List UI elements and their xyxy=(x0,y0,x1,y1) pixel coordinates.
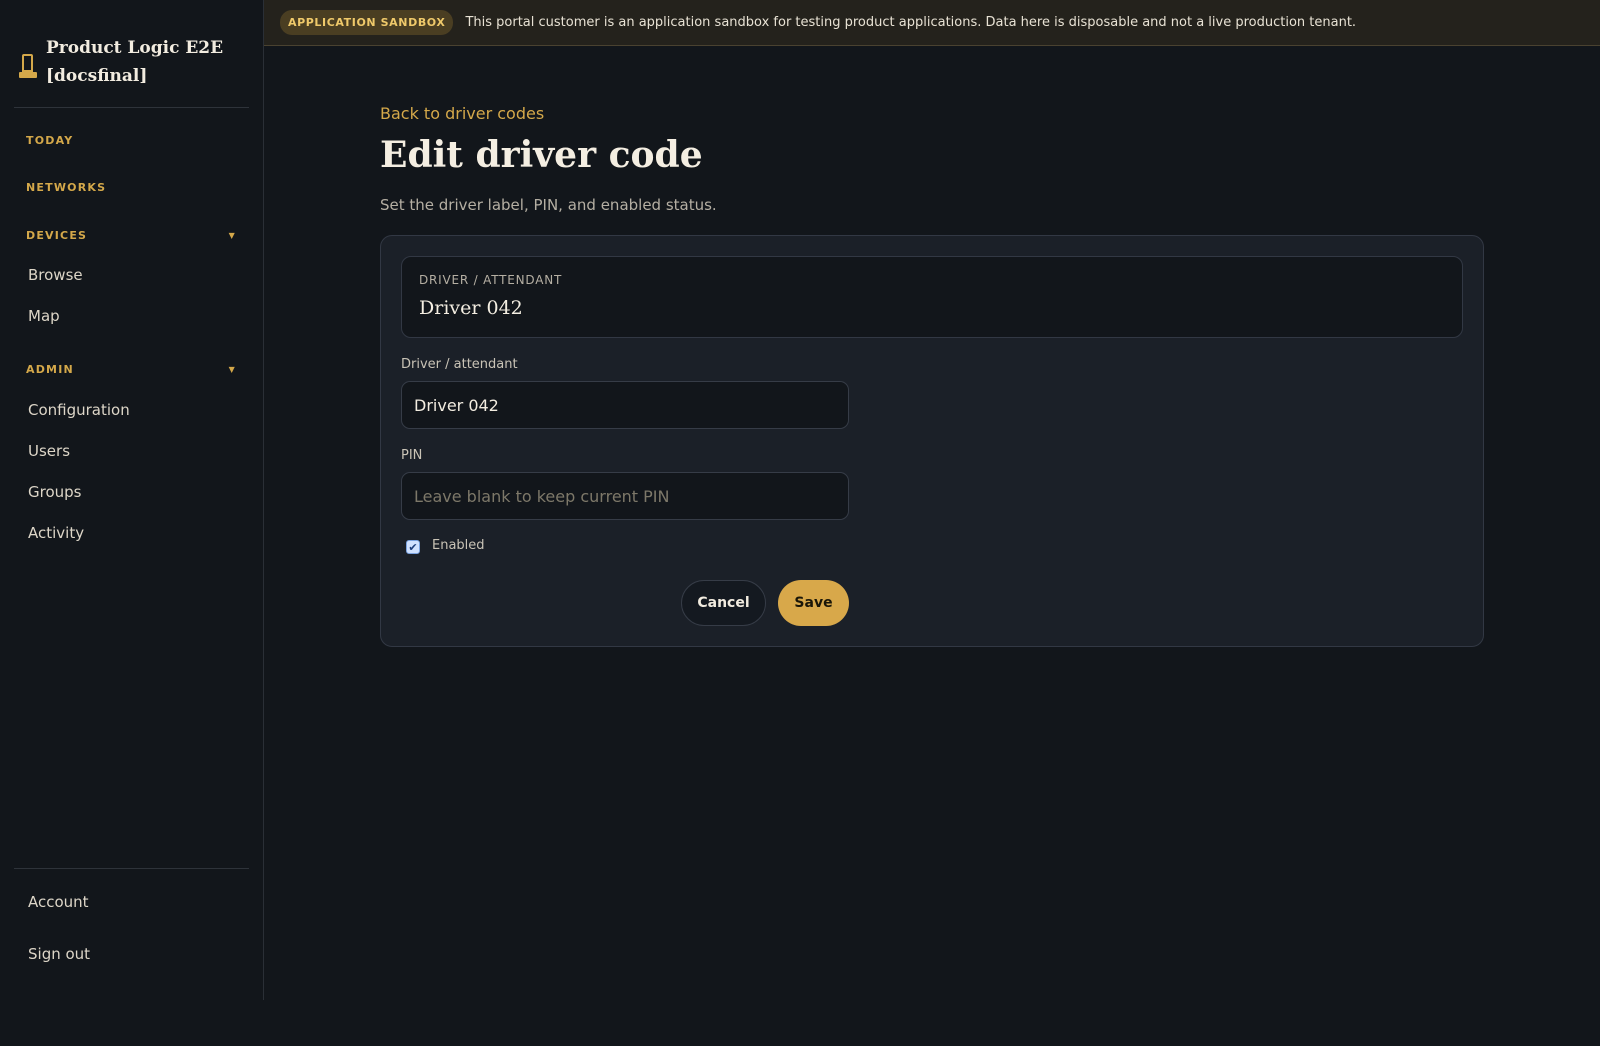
cancel-button[interactable]: Cancel xyxy=(681,580,766,626)
page-subtitle: Set the driver label, PIN, and enabled s… xyxy=(380,196,717,214)
driver-field-label: Driver / attendant xyxy=(401,357,518,372)
pin-field-label: PIN xyxy=(401,448,423,463)
sidebar-item-activity[interactable]: Activity xyxy=(28,524,84,542)
enabled-checkbox[interactable]: ✔ xyxy=(406,540,420,554)
driver-field[interactable] xyxy=(401,381,849,429)
sidebar-divider xyxy=(14,868,249,869)
sandbox-badge: APPLICATION SANDBOX xyxy=(280,10,454,35)
enabled-label: Enabled xyxy=(432,538,485,553)
summary-value: Driver 042 xyxy=(419,297,523,319)
back-link[interactable]: Back to driver codes xyxy=(380,104,544,123)
summary-label: DRIVER / ATTENDANT xyxy=(419,273,563,287)
banner-text: This portal customer is an application s… xyxy=(465,15,1357,30)
sidebar-item-groups[interactable]: Groups xyxy=(28,483,81,501)
page-title: Edit driver code xyxy=(380,134,703,176)
sidebar: Product Logic E2E [docsfinal] TODAY NETW… xyxy=(0,0,264,1000)
pin-field[interactable] xyxy=(401,472,849,520)
sandbox-banner: APPLICATION SANDBOX This portal customer… xyxy=(264,0,1600,46)
sidebar-item-configuration[interactable]: Configuration xyxy=(28,401,130,419)
brand: Product Logic E2E [docsfinal] xyxy=(14,34,249,108)
chevron-down-icon: ▼ xyxy=(228,365,236,374)
checkmark-icon: ✔ xyxy=(408,540,418,554)
nav-admin-toggle[interactable]: ADMIN ▼ xyxy=(26,363,236,376)
nav-devices-toggle[interactable]: DEVICES ▼ xyxy=(26,229,236,242)
save-button[interactable]: Save xyxy=(778,580,849,626)
edit-form-card: DRIVER / ATTENDANT Driver 042 Driver / a… xyxy=(380,235,1484,647)
sidebar-item-map[interactable]: Map xyxy=(28,307,60,325)
chevron-down-icon: ▼ xyxy=(228,231,236,240)
app-title: Product Logic E2E [docsfinal] xyxy=(46,38,224,86)
sidebar-item-account[interactable]: Account xyxy=(28,893,89,911)
nav-today[interactable]: TODAY xyxy=(26,134,236,147)
sidebar-item-browse[interactable]: Browse xyxy=(28,266,83,284)
sidebar-item-users[interactable]: Users xyxy=(28,442,70,460)
sidebar-item-sign-out[interactable]: Sign out xyxy=(28,945,90,963)
monument-icon xyxy=(18,54,38,82)
nav-networks[interactable]: NETWORKS xyxy=(26,181,236,194)
driver-summary: DRIVER / ATTENDANT Driver 042 xyxy=(401,256,1463,338)
